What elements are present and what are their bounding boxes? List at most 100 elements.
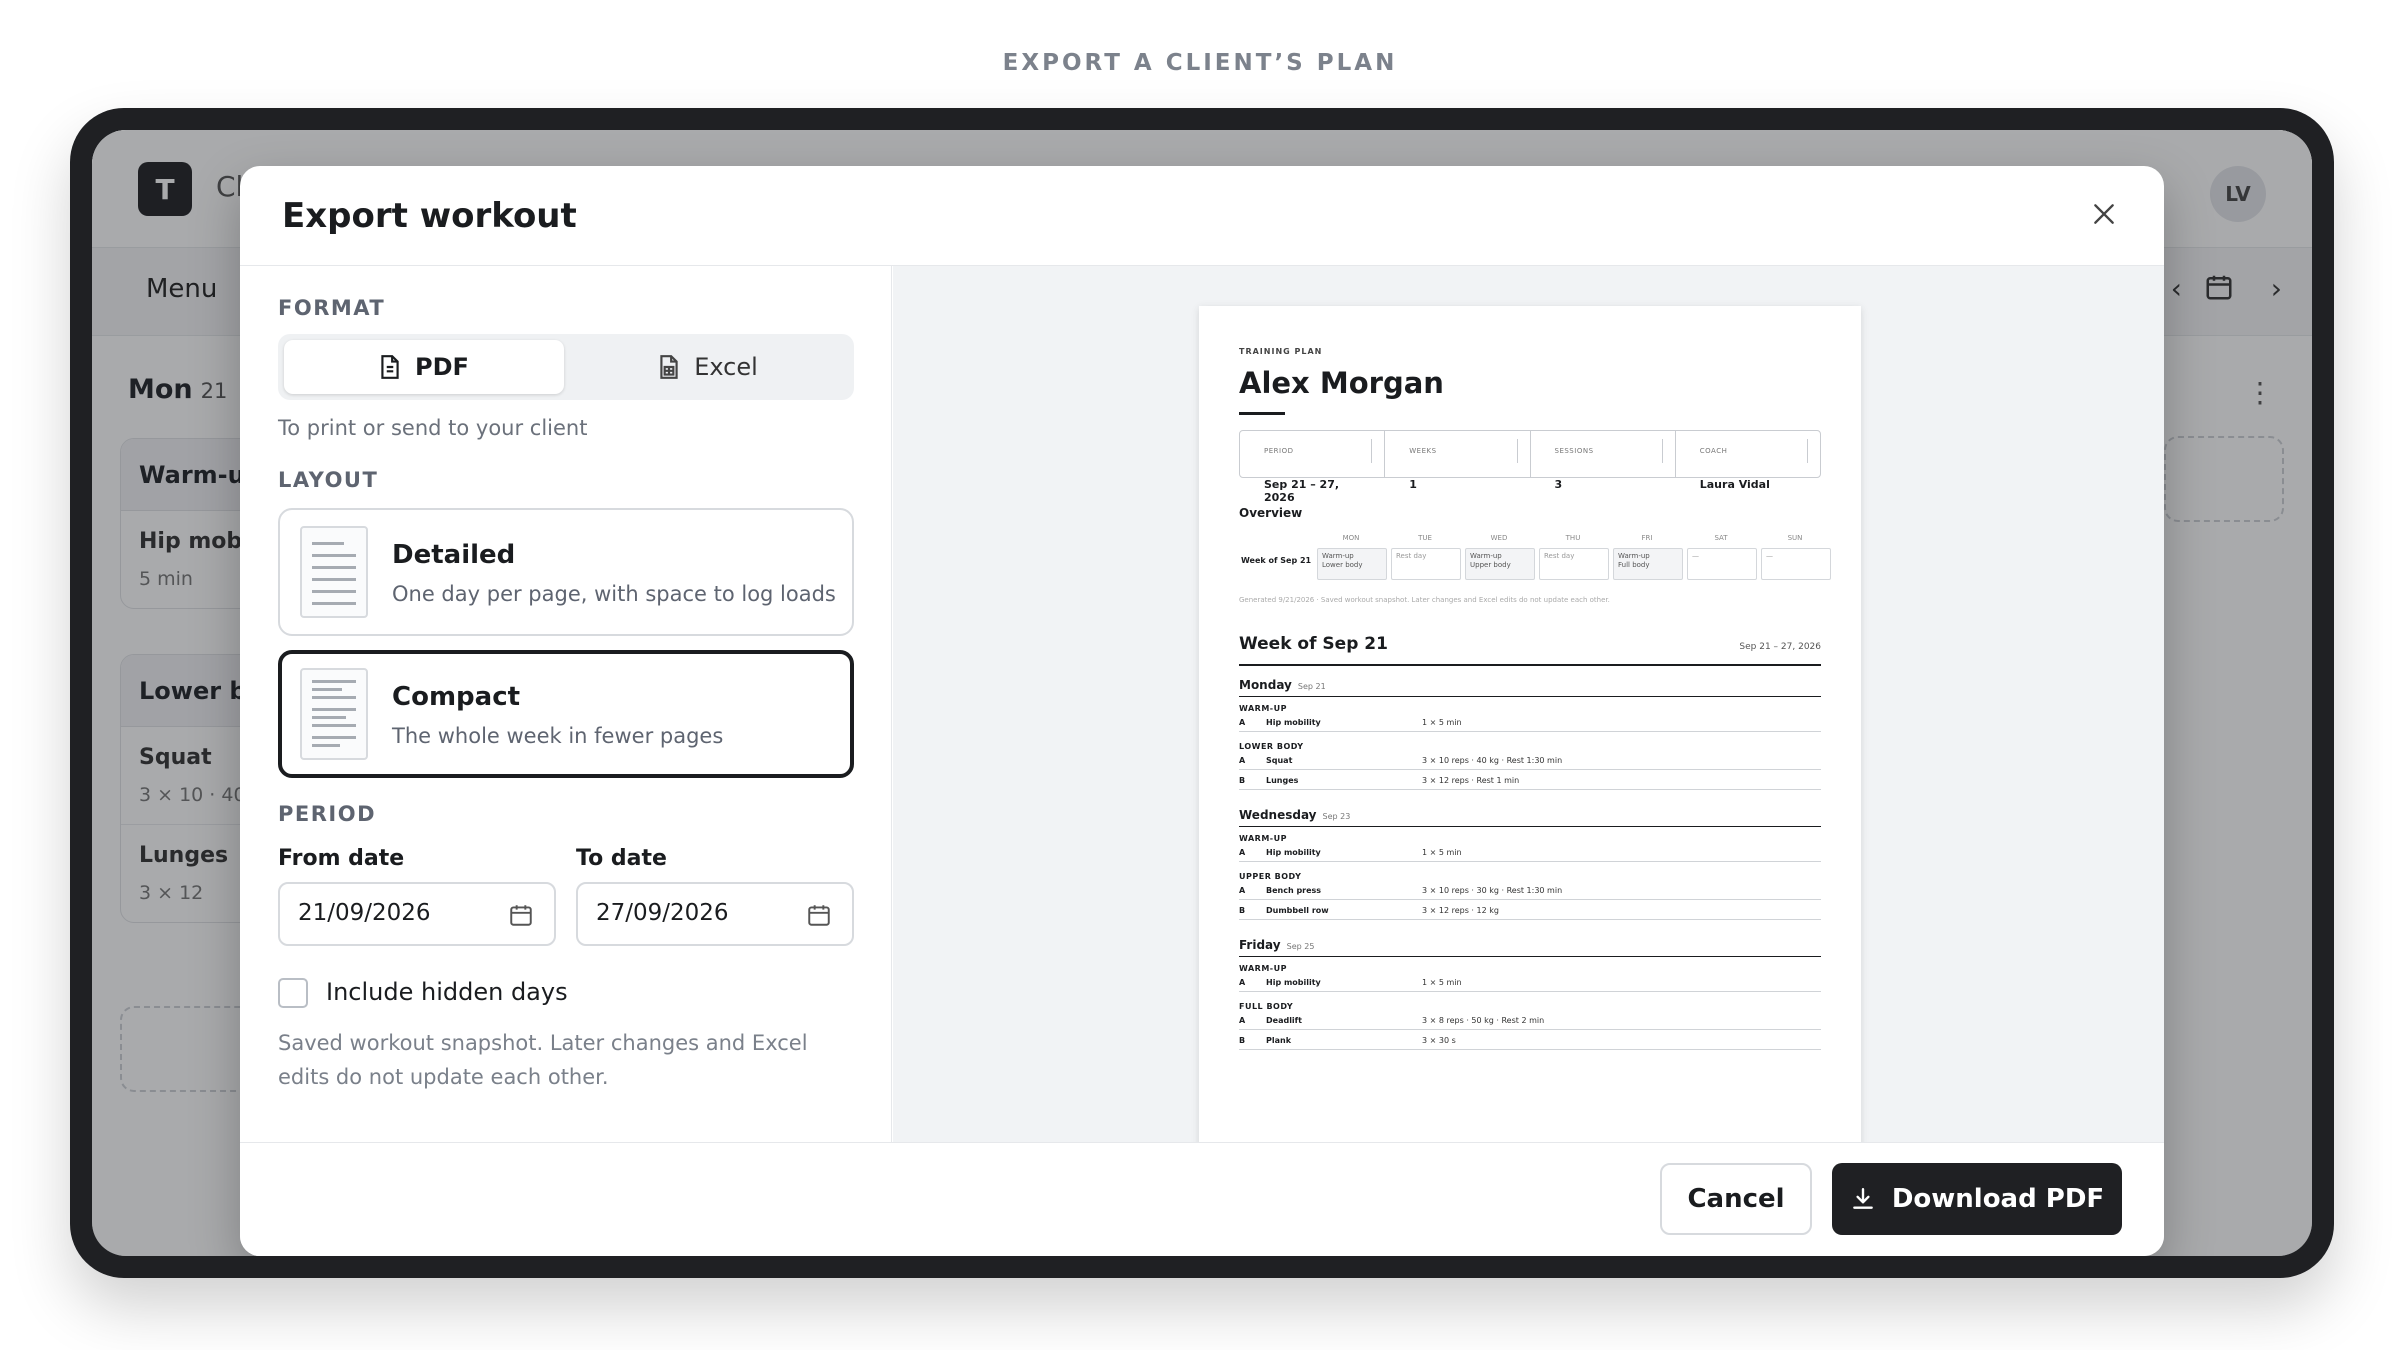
preview-block-title: LOWER BODY <box>1239 742 1304 751</box>
day-name: Wednesday <box>1239 808 1317 822</box>
preview-prescription: 3 × 30 s <box>1422 1036 1456 1045</box>
download-pdf-button[interactable]: Download PDF <box>1832 1163 2122 1235</box>
preview-row-divider <box>1239 789 1821 790</box>
layout-option-compact[interactable]: Compact The whole week in fewer pages <box>278 650 854 778</box>
preview-row-divider <box>1239 769 1821 770</box>
preview-overview-cell: — <box>1687 548 1757 580</box>
preview-weekday-header: TUE <box>1418 534 1432 542</box>
preview-block-title: FULL BODY <box>1239 1002 1294 1011</box>
file-icon <box>381 355 399 379</box>
preview-weekday-header: SAT <box>1714 534 1728 542</box>
preview-row-divider <box>1239 731 1821 732</box>
dialog-footer: Cancel Download PDF <box>240 1142 2164 1256</box>
preview-day-rule <box>1239 826 1821 827</box>
preview-prescription: 1 × 5 min <box>1422 718 1462 727</box>
preview-week-heading: Week of Sep 21 <box>1239 634 1388 654</box>
layout-option-description: One day per page, with space to log load… <box>392 582 836 606</box>
layout-section-label: LAYOUT <box>278 468 379 492</box>
preview-exercise-name: Plank <box>1266 1036 1292 1045</box>
preview-prescription: 3 × 12 reps · 12 kg <box>1422 906 1499 915</box>
preview-row-letter: A <box>1239 718 1246 727</box>
preview-prescription: 3 × 12 reps · Rest 1 min <box>1422 776 1520 785</box>
preview-day-rule <box>1239 696 1821 697</box>
preview-prescription: 1 × 5 min <box>1422 978 1462 987</box>
layout-option-detailed[interactable]: Detailed One day per page, with space to… <box>278 508 854 636</box>
preview-overview-cell: Warm-up Upper body <box>1465 548 1535 580</box>
close-icon[interactable] <box>2084 194 2124 234</box>
preview-meta-cell: WEEKS 1 <box>1385 431 1531 491</box>
preview-row-divider <box>1239 991 1821 992</box>
format-excel-label: Excel <box>694 353 758 381</box>
from-date-input[interactable]: 21/09/2026 <box>278 882 556 946</box>
cell-line: Rest day <box>1544 552 1575 560</box>
preview-day-heading: Friday Sep 25 <box>1239 938 1314 952</box>
meta-key: PERIOD <box>1252 439 1373 463</box>
format-hint: To print or send to your client <box>278 416 588 440</box>
pdf-preview-panel: TRAINING PLAN Alex Morgan PERIOD Sep 21 –… <box>893 266 2164 1142</box>
preview-prescription: 1 × 5 min <box>1422 848 1462 857</box>
preview-row-letter: B <box>1239 906 1246 915</box>
format-pdf-label: PDF <box>415 353 469 381</box>
cell-line: — <box>1692 552 1699 560</box>
from-date-label: From date <box>278 846 405 871</box>
meta-value: 3 <box>1554 478 1563 491</box>
layout-option-title: Compact <box>392 682 521 712</box>
preview-meta-cell: PERIOD Sep 21 – 27, 2026 <box>1240 431 1386 504</box>
preview-client-name: Alex Morgan <box>1239 366 1444 400</box>
preview-exercise-name: Dumbbell row <box>1266 906 1329 915</box>
cell-line: Rest day <box>1396 552 1427 560</box>
include-hidden-days-label[interactable]: Include hidden days <box>326 978 568 1006</box>
preview-row-divider <box>1239 899 1821 900</box>
cell-line: Warm-up <box>1322 552 1354 560</box>
preview-overview-cell: Rest day <box>1539 548 1609 580</box>
to-date-input[interactable]: 27/09/2026 <box>576 882 854 946</box>
meta-value: 1 <box>1409 478 1417 491</box>
preview-generated-note: Generated 9/21/2026 · Saved workout snap… <box>1239 596 1610 604</box>
preview-meta-cell: SESSIONS 3 <box>1531 431 1676 491</box>
preview-weekday-header: THU <box>1565 534 1581 542</box>
pdf-preview-page: TRAINING PLAN Alex Morgan PERIOD Sep 21 –… <box>1199 306 1861 1142</box>
preview-row-letter: A <box>1239 1016 1246 1025</box>
format-excel-button[interactable]: Excel <box>568 340 848 394</box>
spreadsheet-icon <box>660 355 678 379</box>
preview-meta-table: PERIOD Sep 21 – 27, 2026 WEEKS 1 SESSIONS 3… <box>1239 430 1821 504</box>
preview-exercise-name: Bench press <box>1266 886 1322 895</box>
include-hidden-days-checkbox[interactable] <box>278 978 308 1008</box>
preview-prescription: 3 × 10 reps · 30 kg · Rest 1:30 min <box>1422 886 1563 895</box>
tablet-frame: T Cl LV Menu ‹ › Mon 21 ⋮ Warm-up Hip mob… <box>70 108 2334 1278</box>
preview-overview-cell: Rest day <box>1391 548 1461 580</box>
download-pdf-label: Download PDF <box>1891 1184 2105 1214</box>
compact-layout-thumbnail-icon <box>300 668 368 760</box>
preview-row-letter: A <box>1239 978 1246 987</box>
preview-row-letter: A <box>1239 848 1246 857</box>
preview-exercise-name: Squat <box>1266 756 1293 765</box>
preview-exercise-name: Hip mobility <box>1266 848 1321 857</box>
cancel-button[interactable]: Cancel <box>1660 1163 1812 1235</box>
preview-day-rule <box>1239 956 1821 957</box>
preview-exercise-name: Hip mobility <box>1266 718 1321 727</box>
preview-day-heading: Monday Sep 21 <box>1239 678 1326 692</box>
layout-option-title: Detailed <box>392 540 516 570</box>
preview-block-title: WARM-UP <box>1239 964 1287 973</box>
calendar-icon[interactable] <box>806 902 832 934</box>
day-name: Friday <box>1239 938 1281 952</box>
preview-meta-cell: COACH Laura Vidal <box>1676 431 1820 491</box>
meta-key: COACH <box>1688 439 1808 463</box>
format-toggle: PDF Excel <box>278 334 854 400</box>
preview-day-heading: Wednesday Sep 23 <box>1239 808 1350 822</box>
download-icon <box>1852 1188 1873 1209</box>
preview-kicker: TRAINING PLAN <box>1239 347 1323 356</box>
calendar-icon[interactable] <box>508 902 534 934</box>
preview-overview-row-label: Week of Sep 21 <box>1241 556 1312 565</box>
preview-block-title: WARM-UP <box>1239 834 1287 843</box>
day-date: Sep 21 <box>1297 682 1326 691</box>
preview-exercise-name: Deadlift <box>1266 1016 1302 1025</box>
dialog-header: Export workout <box>240 166 2164 266</box>
cell-line: — <box>1766 552 1773 560</box>
format-pdf-button[interactable]: PDF <box>284 340 564 394</box>
preview-block-title: UPPER BODY <box>1239 872 1302 881</box>
preview-overview-cell: — <box>1761 548 1831 580</box>
cell-line: Warm-up <box>1470 552 1502 560</box>
preview-row-divider <box>1239 1029 1821 1030</box>
detailed-layout-thumbnail-icon <box>300 526 368 618</box>
